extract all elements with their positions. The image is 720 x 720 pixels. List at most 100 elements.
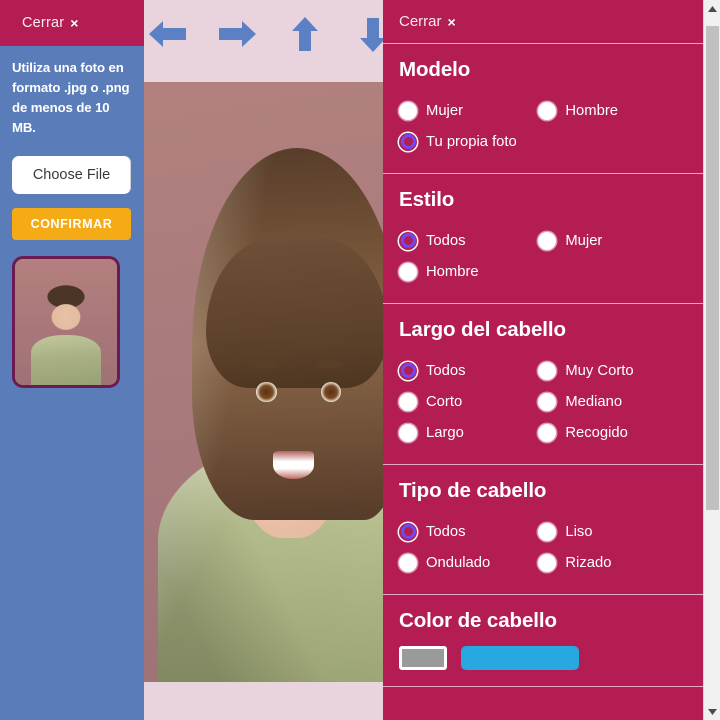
radio-unchecked-icon[interactable]: [399, 423, 417, 442]
radio-option-tipo-de-cabello-1[interactable]: Liso: [538, 516, 673, 547]
hair-color-swatch[interactable]: [399, 646, 447, 670]
radio-group-estilo: Todos Mujer Hombre: [399, 225, 687, 287]
mouth-shape: [273, 451, 314, 479]
section-color-de-cabello: Color de cabello: [383, 595, 703, 687]
radio-option-largo-del-cabello-1[interactable]: Muy Corto: [538, 355, 673, 386]
radio-option-estilo-0[interactable]: Todos: [399, 225, 534, 256]
radio-option-label: Liso: [565, 523, 593, 540]
preview-area: [144, 0, 383, 720]
section-title-tipo-de-cabello: Tipo de cabello: [399, 479, 547, 502]
radio-unchecked-icon[interactable]: [538, 361, 557, 380]
radio-option-tipo-de-cabello-0[interactable]: Todos: [399, 516, 534, 547]
confirm-button-label: CONFIRMAR: [30, 217, 113, 232]
section-estilo: Estilo Todos Mujer Hombre: [383, 174, 703, 304]
radio-option-label: Hombre: [426, 263, 479, 280]
model-photo-image: [144, 82, 383, 682]
scroll-down-icon[interactable]: [704, 703, 720, 720]
radio-option-largo-del-cabello-4[interactable]: Largo: [399, 417, 534, 448]
uploaded-photo-thumbnail[interactable]: [12, 256, 120, 389]
radio-option-largo-del-cabello-2[interactable]: Corto: [399, 386, 534, 417]
choose-file-button[interactable]: Choose File: [12, 156, 131, 195]
scrollbar-thumb[interactable]: [706, 26, 719, 510]
eye-left-shape: [256, 382, 277, 403]
radio-unchecked-icon[interactable]: [538, 231, 557, 250]
upload-panel-header: Cerrar ×: [0, 0, 144, 46]
radio-unchecked-icon[interactable]: [399, 392, 417, 411]
section-title-color-de-cabello: Color de cabello: [399, 609, 557, 632]
upload-close-label[interactable]: Cerrar: [22, 15, 64, 31]
options-panel-header: Cerrar ×: [383, 0, 703, 44]
radio-option-modelo-2[interactable]: Tu propia foto: [399, 126, 683, 157]
radio-option-label: Tu propia foto: [426, 133, 517, 150]
radio-option-label: Muy Corto: [565, 362, 634, 379]
radio-unchecked-icon[interactable]: [399, 262, 417, 281]
arrow-down-icon[interactable]: [351, 14, 383, 54]
radio-option-label: Todos: [426, 232, 466, 249]
radio-option-largo-del-cabello-0[interactable]: Todos: [399, 355, 534, 386]
close-icon[interactable]: ×: [448, 14, 456, 30]
section-modelo: Modelo Mujer Hombre Tu propia foto: [383, 44, 703, 174]
radio-option-label: Todos: [426, 523, 466, 540]
radio-option-label: Mujer: [426, 102, 463, 119]
radio-option-label: Mujer: [565, 232, 603, 249]
radio-unchecked-icon[interactable]: [538, 101, 557, 120]
arrow-left-icon[interactable]: [146, 14, 190, 54]
upload-panel-body: Utiliza una foto en formato .jpg o .png …: [0, 46, 144, 389]
radio-option-label: Corto: [426, 393, 463, 410]
radio-checked-icon[interactable]: [399, 231, 417, 250]
radio-option-label: Todos: [426, 362, 466, 379]
choose-file-label: Choose File: [32, 167, 111, 184]
radio-checked-icon[interactable]: [399, 522, 417, 541]
radio-checked-icon[interactable]: [399, 132, 417, 151]
radio-option-label: Recogido: [565, 424, 628, 441]
arrow-up-icon[interactable]: [283, 14, 327, 54]
arrow-right-icon[interactable]: [215, 14, 259, 54]
radio-option-label: Hombre: [565, 102, 618, 119]
thumbnail-image: [15, 259, 117, 386]
radio-option-label: Rizado: [565, 554, 612, 571]
radio-option-label: Ondulado: [426, 554, 491, 571]
radio-option-estilo-2[interactable]: Hombre: [399, 256, 683, 287]
radio-unchecked-icon[interactable]: [399, 553, 417, 572]
radio-option-largo-del-cabello-3[interactable]: Mediano: [538, 386, 673, 417]
confirm-button[interactable]: CONFIRMAR: [12, 208, 131, 241]
section-largo-del-cabello: Largo del cabello Todos Muy Corto Corto Medi…: [383, 304, 703, 465]
model-photo-stage[interactable]: [144, 82, 383, 682]
radio-option-modelo-0[interactable]: Mujer: [399, 95, 534, 126]
options-sections: Modelo Mujer Hombre Tu propia foto Estilo Tod…: [383, 44, 703, 687]
options-panel-scrollbar[interactable]: [703, 0, 720, 720]
options-panel: Cerrar × Modelo Mujer Hombre Tu propia foto…: [383, 0, 720, 720]
radio-group-largo-del-cabello: Todos Muy Corto Corto Mediano Largo Recogido: [399, 355, 687, 448]
radio-unchecked-icon[interactable]: [538, 522, 557, 541]
upload-hint-text: Utiliza una foto en formato .jpg o .png …: [12, 60, 130, 136]
hairstyle-tryon-app: Cerrar × Utiliza una foto en formato .jp…: [0, 0, 720, 720]
hair-color-pill-button[interactable]: [461, 646, 579, 670]
options-panel-scroll-content: Cerrar × Modelo Mujer Hombre Tu propia foto…: [383, 0, 703, 720]
radio-unchecked-icon[interactable]: [399, 101, 417, 120]
radio-checked-icon[interactable]: [399, 361, 417, 380]
close-icon[interactable]: ×: [70, 15, 78, 31]
section-title-estilo: Estilo: [399, 188, 455, 211]
scroll-up-icon[interactable]: [704, 0, 720, 17]
fringe-shape: [206, 238, 383, 388]
radio-option-label: Largo: [426, 424, 464, 441]
radio-unchecked-icon[interactable]: [538, 553, 557, 572]
radio-option-largo-del-cabello-5[interactable]: Recogido: [538, 417, 673, 448]
radio-option-tipo-de-cabello-3[interactable]: Rizado: [538, 547, 673, 578]
radio-group-modelo: Mujer Hombre Tu propia foto: [399, 95, 687, 157]
radio-group-tipo-de-cabello: Todos Liso Ondulado Rizado: [399, 516, 687, 578]
radio-option-modelo-1[interactable]: Hombre: [538, 95, 673, 126]
preview-footer: [144, 682, 383, 720]
section-title-largo-del-cabello: Largo del cabello: [399, 318, 566, 341]
radio-option-tipo-de-cabello-2[interactable]: Ondulado: [399, 547, 534, 578]
section-tipo-de-cabello: Tipo de cabello Todos Liso Ondulado Rizado: [383, 465, 703, 595]
radio-option-estilo-1[interactable]: Mujer: [538, 225, 673, 256]
radio-option-label: Mediano: [565, 393, 623, 410]
upload-panel: Cerrar × Utiliza una foto en formato .jp…: [0, 0, 144, 720]
section-title-modelo: Modelo: [399, 58, 471, 81]
options-close-label[interactable]: Cerrar: [399, 13, 442, 30]
radio-unchecked-icon[interactable]: [538, 423, 557, 442]
radio-unchecked-icon[interactable]: [538, 392, 557, 411]
color-controls-row: [399, 646, 687, 670]
nav-arrow-bar: [144, 0, 383, 82]
